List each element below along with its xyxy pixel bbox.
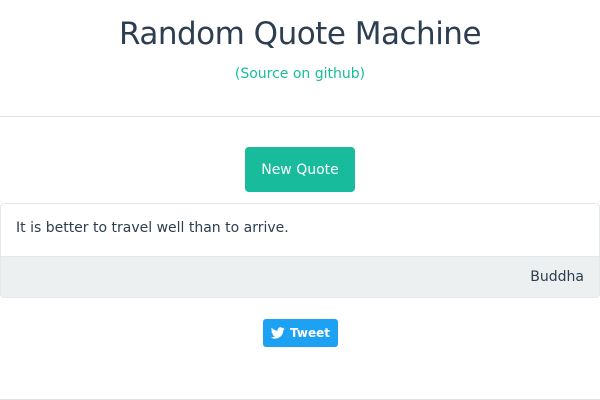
twitter-bird-icon <box>271 327 285 339</box>
page-header: Random Quote Machine (Source on github) <box>0 0 600 117</box>
quote-card: It is better to travel well than to arri… <box>0 203 600 298</box>
page-title: Random Quote Machine <box>118 16 482 52</box>
source-close-paren: ) <box>359 66 366 82</box>
quote-text: It is better to travel well than to arri… <box>16 220 289 236</box>
tweet-button[interactable]: Tweet <box>263 319 338 347</box>
quote-footer: Buddha <box>1 256 599 297</box>
tweet-label: Tweet <box>290 326 330 340</box>
source-line: (Source on github) <box>0 66 600 82</box>
quote-author: Buddha <box>530 269 584 285</box>
source-github-link[interactable]: Source on github <box>240 66 359 82</box>
new-quote-button[interactable]: New Quote <box>245 147 355 192</box>
